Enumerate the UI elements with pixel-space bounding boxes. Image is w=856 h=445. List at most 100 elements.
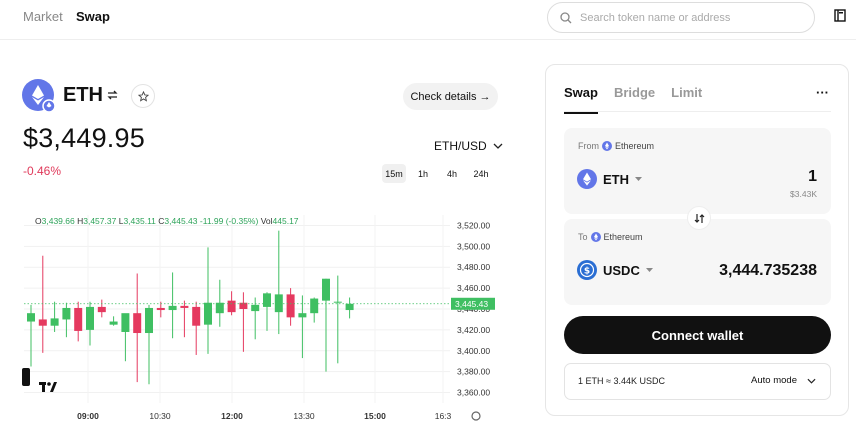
y-tick-label: 3,360.00: [457, 388, 490, 398]
search-input[interactable]: [580, 11, 800, 24]
swap-panel: Swap Bridge Limit ··· From Ethereum ETH …: [545, 64, 849, 416]
tab-swap[interactable]: Swap: [564, 85, 598, 114]
token-symbol: ETH: [63, 84, 103, 106]
ethereum-network-icon: [590, 232, 601, 242]
candle-body: [345, 303, 354, 311]
candle-body: [215, 302, 224, 314]
candle-body: [180, 305, 189, 308]
price-change: -0.46%: [23, 164, 62, 178]
from-amount-usd: $3.43K: [790, 189, 817, 199]
candle-body: [109, 321, 118, 325]
swap-tabs: Swap Bridge Limit: [564, 85, 702, 114]
last-price-label: 3,445.43: [455, 299, 488, 309]
candle-body: [27, 313, 35, 322]
ohlc-close: 3,445.43: [164, 216, 198, 226]
ohlc-legend: O3,439.66 H3,457.37 L3,435.11 C3,445.43 …: [35, 216, 299, 226]
caret-down-icon: [635, 176, 642, 181]
tab-limit[interactable]: Limit: [671, 85, 702, 114]
candle-body: [298, 313, 307, 318]
caret-down-icon: [645, 267, 653, 272]
swap-arrows-icon[interactable]: [106, 89, 119, 101]
to-amount: 3,444.735238: [719, 262, 817, 279]
chevron-down-icon: [493, 143, 503, 149]
candle-body: [38, 319, 47, 326]
favorite-button[interactable]: [131, 84, 155, 108]
ohlc-volume: 445.17: [272, 216, 299, 226]
ohlc-high: 3,457.37: [83, 216, 117, 226]
eth-token-logo-icon: [22, 79, 56, 113]
x-tick-label: 16:3: [435, 411, 452, 421]
nav-market-link[interactable]: Market: [23, 9, 63, 24]
ethereum-network-icon: [602, 141, 612, 151]
to-box: To Ethereum $ USDC 3,444.735238: [564, 219, 831, 305]
eth-icon: [577, 169, 597, 189]
candle-body: [86, 306, 94, 330]
candle-body: [50, 318, 59, 326]
mode-select[interactable]: Auto mode: [751, 375, 816, 386]
from-box: From Ethereum ETH 1 $3.43K: [564, 128, 831, 214]
tradingview-logo-icon: [39, 382, 57, 392]
x-tick-label: 12:00: [221, 411, 243, 421]
connect-wallet-button[interactable]: Connect wallet: [564, 316, 831, 354]
pair-label: ETH/USD: [434, 139, 487, 153]
candlestick-chart[interactable]: 3,520.003,500.003,480.003,460.003,440.00…: [22, 205, 500, 437]
from-label: From: [578, 141, 599, 151]
rate-row[interactable]: 1 ETH ≈ 3.44K USDC Auto mode: [564, 363, 831, 400]
nav-swap-link[interactable]: Swap: [76, 9, 110, 24]
ohlc-low: 3,435.11: [123, 216, 156, 226]
mode-label: Auto mode: [751, 375, 797, 386]
x-tick-label: 15:00: [364, 411, 386, 421]
y-tick-label: 3,380.00: [457, 367, 490, 377]
check-details-button[interactable]: Check details →: [403, 83, 498, 110]
svg-text:$: $: [584, 267, 590, 277]
interval-tabs: 15m 1h 4h 24h: [382, 164, 493, 183]
candle-body: [286, 294, 295, 318]
chart-settings-icon: [471, 411, 481, 421]
from-label-row: From Ethereum: [578, 141, 654, 151]
candle-body: [322, 278, 330, 301]
flip-tokens-button[interactable]: [687, 206, 711, 230]
candle-body: [274, 294, 283, 313]
from-amount[interactable]: 1: [808, 168, 817, 186]
candle-body: [251, 304, 260, 312]
to-network: Ethereum: [603, 232, 643, 242]
interval-4h[interactable]: 4h: [440, 164, 464, 183]
interval-1h[interactable]: 1h: [411, 164, 435, 183]
from-network: Ethereum: [615, 141, 655, 151]
search-box[interactable]: [547, 2, 815, 33]
candle-body: [333, 301, 342, 303]
from-token-select[interactable]: ETH: [577, 169, 642, 189]
top-nav: Market Swap: [0, 0, 856, 40]
ohlc-change: -11.99 (-0.35%): [199, 216, 259, 226]
chart-side-handle[interactable]: [22, 368, 30, 386]
more-options-icon[interactable]: ···: [816, 85, 829, 100]
to-label-row: To Ethereum: [578, 232, 643, 242]
interval-24h[interactable]: 24h: [469, 164, 493, 183]
y-tick-label: 3,400.00: [457, 346, 490, 356]
x-tick-label: 09:00: [77, 411, 99, 421]
candle-body: [227, 300, 236, 313]
y-tick-label: 3,480.00: [457, 262, 490, 272]
candle-body: [145, 307, 153, 334]
flip-arrows-icon: [694, 213, 704, 223]
x-tick-label: 10:30: [149, 411, 171, 421]
to-token-symbol: USDC: [603, 262, 640, 278]
candle-body: [133, 313, 142, 334]
y-tick-label: 3,520.00: [457, 220, 490, 230]
pair-select[interactable]: ETH/USD: [434, 139, 503, 153]
candle-body: [168, 305, 177, 311]
ohlc-open: 3,439.66: [41, 216, 75, 226]
to-token-select[interactable]: $ USDC: [577, 260, 653, 280]
search-icon: [560, 11, 572, 23]
star-icon: [137, 90, 149, 102]
candle-body: [121, 313, 130, 332]
tab-bridge[interactable]: Bridge: [614, 85, 655, 114]
x-tick-label: 13:30: [293, 411, 315, 421]
book-icon[interactable]: [834, 9, 846, 22]
interval-15m[interactable]: 15m: [382, 164, 406, 183]
candle-body: [263, 293, 271, 307]
candle-body: [156, 307, 165, 311]
chevron-down-icon: [807, 378, 816, 384]
candle-body: [310, 298, 319, 314]
y-tick-label: 3,460.00: [457, 283, 490, 293]
